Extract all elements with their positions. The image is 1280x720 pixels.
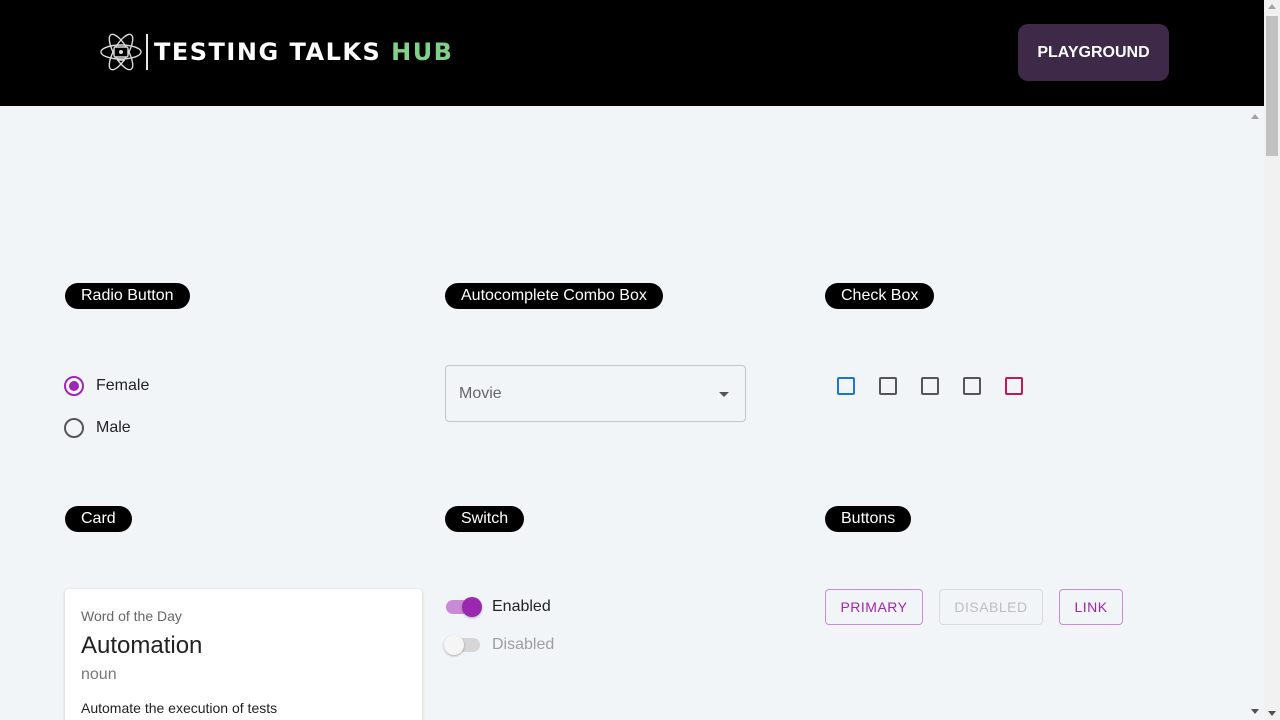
link-button[interactable]: LINK bbox=[1059, 589, 1123, 625]
card-body-text: Automate the execution of tests bbox=[81, 700, 278, 716]
checkbox-default[interactable] bbox=[963, 377, 981, 395]
radio-label: Male bbox=[96, 419, 131, 436]
page-scrollbar[interactable] bbox=[1264, 0, 1280, 720]
checkbox-default[interactable] bbox=[879, 377, 897, 395]
radio-button-section-label: Radio Button bbox=[65, 283, 190, 309]
radio-unchecked-icon[interactable] bbox=[64, 418, 84, 438]
movie-input[interactable] bbox=[459, 382, 699, 406]
card-part-of-speech: noun bbox=[81, 666, 117, 683]
logo-divider bbox=[146, 34, 148, 70]
disabled-button: DISABLED bbox=[939, 589, 1043, 625]
card-section-label: Card bbox=[65, 506, 132, 532]
switch-label: Enabled bbox=[492, 598, 551, 615]
switch-thumb bbox=[444, 635, 464, 655]
word-of-day-card: Word of the Day Automation noun Automate… bbox=[65, 589, 422, 720]
disabled-switch bbox=[444, 634, 482, 656]
enabled-switch[interactable] bbox=[444, 596, 482, 618]
radio-checked-icon[interactable] bbox=[64, 376, 84, 396]
checkbox-default[interactable] bbox=[921, 377, 939, 395]
switch-label: Disabled bbox=[492, 636, 555, 653]
switch-disabled-row: Disabled bbox=[444, 634, 554, 656]
scroll-up-arrow-icon[interactable] bbox=[1268, 4, 1276, 9]
atom-logo-icon bbox=[98, 32, 144, 72]
top-header: TESTING TALKS HUB PLAYGROUND bbox=[0, 0, 1264, 106]
checkbox-primary[interactable] bbox=[837, 377, 855, 395]
content-scrollbar[interactable] bbox=[1246, 106, 1264, 720]
logo-wordmark: TESTING TALKS HUB bbox=[154, 38, 453, 66]
logo-accent-text: HUB bbox=[391, 38, 454, 66]
card-title: Automation bbox=[81, 632, 203, 659]
content-scroll-up-icon[interactable] bbox=[1251, 114, 1259, 119]
buttons-section-label: Buttons bbox=[825, 506, 912, 532]
logo-main-text: TESTING TALKS bbox=[154, 38, 392, 66]
switch-enabled-row[interactable]: Enabled bbox=[444, 596, 551, 618]
check-box-section-label: Check Box bbox=[825, 283, 935, 309]
site-logo[interactable]: TESTING TALKS HUB bbox=[98, 32, 453, 72]
combo-box-section-label: Autocomplete Combo Box bbox=[445, 283, 663, 309]
movie-combo-box[interactable] bbox=[445, 365, 746, 422]
scroll-down-arrow-icon[interactable] bbox=[1268, 711, 1276, 716]
radio-label: Female bbox=[96, 377, 150, 394]
dropdown-arrow-icon[interactable] bbox=[719, 392, 729, 397]
card-overline: Word of the Day bbox=[81, 608, 182, 624]
radio-option-male[interactable]: Male bbox=[64, 418, 131, 438]
radio-option-female[interactable]: Female bbox=[64, 376, 149, 396]
content-scroll-down-icon[interactable] bbox=[1251, 709, 1259, 714]
scroll-thumb[interactable] bbox=[1266, 16, 1278, 156]
playground-button[interactable]: PLAYGROUND bbox=[1018, 24, 1169, 81]
checkbox-secondary[interactable] bbox=[1005, 377, 1023, 395]
primary-button[interactable]: PRIMARY bbox=[825, 589, 923, 625]
switch-section-label: Switch bbox=[445, 506, 525, 532]
switch-thumb bbox=[462, 597, 482, 617]
